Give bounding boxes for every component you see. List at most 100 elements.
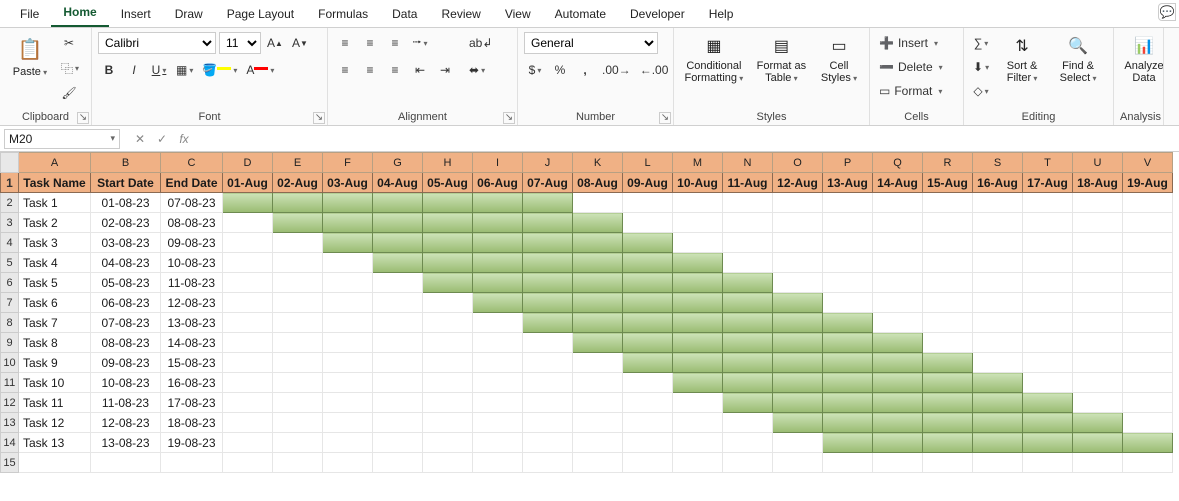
increase-indent-button[interactable]: ⇥ [434, 59, 456, 81]
cell-gantt[interactable] [273, 293, 323, 313]
cell-gantt[interactable] [373, 213, 423, 233]
cell-gantt[interactable] [1123, 193, 1173, 213]
cell-gantt[interactable] [273, 373, 323, 393]
cell-gantt[interactable] [623, 373, 673, 393]
cell-start[interactable]: 08-08-23 [91, 333, 161, 353]
insert-cells-button[interactable]: ➕Insert [876, 32, 956, 54]
cell-gantt[interactable] [873, 193, 923, 213]
accounting-format-button[interactable]: $ [524, 59, 546, 81]
cell-gantt[interactable] [573, 253, 623, 273]
row-header[interactable]: 14 [1, 433, 19, 453]
cell-gantt[interactable] [773, 213, 823, 233]
tab-page-layout[interactable]: Page Layout [215, 3, 306, 27]
cell-gantt[interactable] [973, 233, 1023, 253]
cell-gantt[interactable] [623, 433, 673, 453]
cell-task[interactable]: Task 4 [19, 253, 91, 273]
cell-gantt[interactable] [523, 393, 573, 413]
column-header[interactable]: I [473, 153, 523, 173]
number-format-select[interactable]: General [524, 32, 658, 54]
cell-gantt[interactable] [823, 193, 873, 213]
column-header[interactable]: Q [873, 153, 923, 173]
cell-end[interactable]: 19-08-23 [161, 433, 223, 453]
cell-gantt[interactable] [923, 373, 973, 393]
cell-gantt[interactable] [1073, 433, 1123, 453]
cell-gantt[interactable] [623, 353, 673, 373]
cell-gantt[interactable] [1123, 273, 1173, 293]
number-launcher[interactable]: ↘ [659, 112, 671, 124]
cell-start[interactable]: 09-08-23 [91, 353, 161, 373]
cell-gantt[interactable] [973, 353, 1023, 373]
cell-gantt[interactable] [1123, 313, 1173, 333]
cell-gantt[interactable] [923, 333, 973, 353]
cell-task[interactable]: Task 11 [19, 393, 91, 413]
cell-gantt[interactable] [523, 293, 573, 313]
cell-gantt[interactable] [573, 393, 623, 413]
cell[interactable] [323, 453, 373, 473]
cell-gantt[interactable] [323, 193, 373, 213]
align-right-button[interactable]: ≡ [384, 59, 406, 81]
cell-gantt[interactable] [273, 333, 323, 353]
cell-gantt[interactable] [523, 413, 573, 433]
cell-gantt[interactable] [423, 213, 473, 233]
cell-gantt[interactable] [973, 413, 1023, 433]
cell-start[interactable]: 06-08-23 [91, 293, 161, 313]
cell-gantt[interactable] [223, 193, 273, 213]
cell-gantt[interactable] [473, 293, 523, 313]
cell-gantt[interactable] [323, 373, 373, 393]
cell-gantt[interactable] [873, 293, 923, 313]
cell-end[interactable]: 11-08-23 [161, 273, 223, 293]
column-header[interactable]: B [91, 153, 161, 173]
cell-gantt[interactable] [323, 313, 373, 333]
cell-gantt[interactable] [573, 213, 623, 233]
cell-start[interactable]: 05-08-23 [91, 273, 161, 293]
cell-gantt[interactable] [1023, 253, 1073, 273]
cell-gantt[interactable] [523, 333, 573, 353]
cell-gantt[interactable] [473, 333, 523, 353]
row-header[interactable]: 2 [1, 193, 19, 213]
cell-gantt[interactable] [623, 313, 673, 333]
cell-task[interactable]: Task 6 [19, 293, 91, 313]
cut-button[interactable]: ✂ [58, 32, 80, 54]
cell-gantt[interactable] [323, 253, 373, 273]
cell-gantt[interactable] [373, 313, 423, 333]
row-header[interactable]: 10 [1, 353, 19, 373]
cell-gantt[interactable] [273, 413, 323, 433]
font-name-select[interactable]: Calibri [98, 32, 216, 54]
table-header-cell[interactable]: 10-Aug [673, 173, 723, 193]
italic-button[interactable]: I [123, 59, 145, 81]
cell-gantt[interactable] [1073, 273, 1123, 293]
cell-gantt[interactable] [373, 433, 423, 453]
cell-gantt[interactable] [523, 313, 573, 333]
cell-gantt[interactable] [1023, 193, 1073, 213]
cell[interactable] [373, 453, 423, 473]
cell-gantt[interactable] [973, 253, 1023, 273]
cell-gantt[interactable] [1023, 313, 1073, 333]
cell-gantt[interactable] [223, 293, 273, 313]
cell[interactable] [923, 453, 973, 473]
align-bottom-button[interactable]: ≡ [384, 32, 406, 54]
cell-gantt[interactable] [223, 213, 273, 233]
cell-gantt[interactable] [223, 373, 273, 393]
tab-help[interactable]: Help [697, 3, 746, 27]
cell-gantt[interactable] [773, 413, 823, 433]
conditional-formatting-button[interactable]: ▦ Conditional Formatting [680, 32, 748, 86]
cell-gantt[interactable] [673, 213, 723, 233]
table-header-cell[interactable]: 03-Aug [323, 173, 373, 193]
cell-gantt[interactable] [723, 193, 773, 213]
font-color-button[interactable]: A [243, 59, 277, 81]
row-header[interactable]: 4 [1, 233, 19, 253]
cell-end[interactable]: 10-08-23 [161, 253, 223, 273]
cell[interactable] [573, 453, 623, 473]
cell-gantt[interactable] [1023, 413, 1073, 433]
cell-gantt[interactable] [1073, 253, 1123, 273]
cell-gantt[interactable] [573, 413, 623, 433]
cell-gantt[interactable] [873, 333, 923, 353]
cell-gantt[interactable] [1123, 333, 1173, 353]
row-header[interactable]: 8 [1, 313, 19, 333]
column-header[interactable]: P [823, 153, 873, 173]
cell-gantt[interactable] [823, 413, 873, 433]
cell-gantt[interactable] [773, 273, 823, 293]
table-header-cell[interactable]: 05-Aug [423, 173, 473, 193]
cell-task[interactable]: Task 12 [19, 413, 91, 433]
cell-gantt[interactable] [523, 433, 573, 453]
